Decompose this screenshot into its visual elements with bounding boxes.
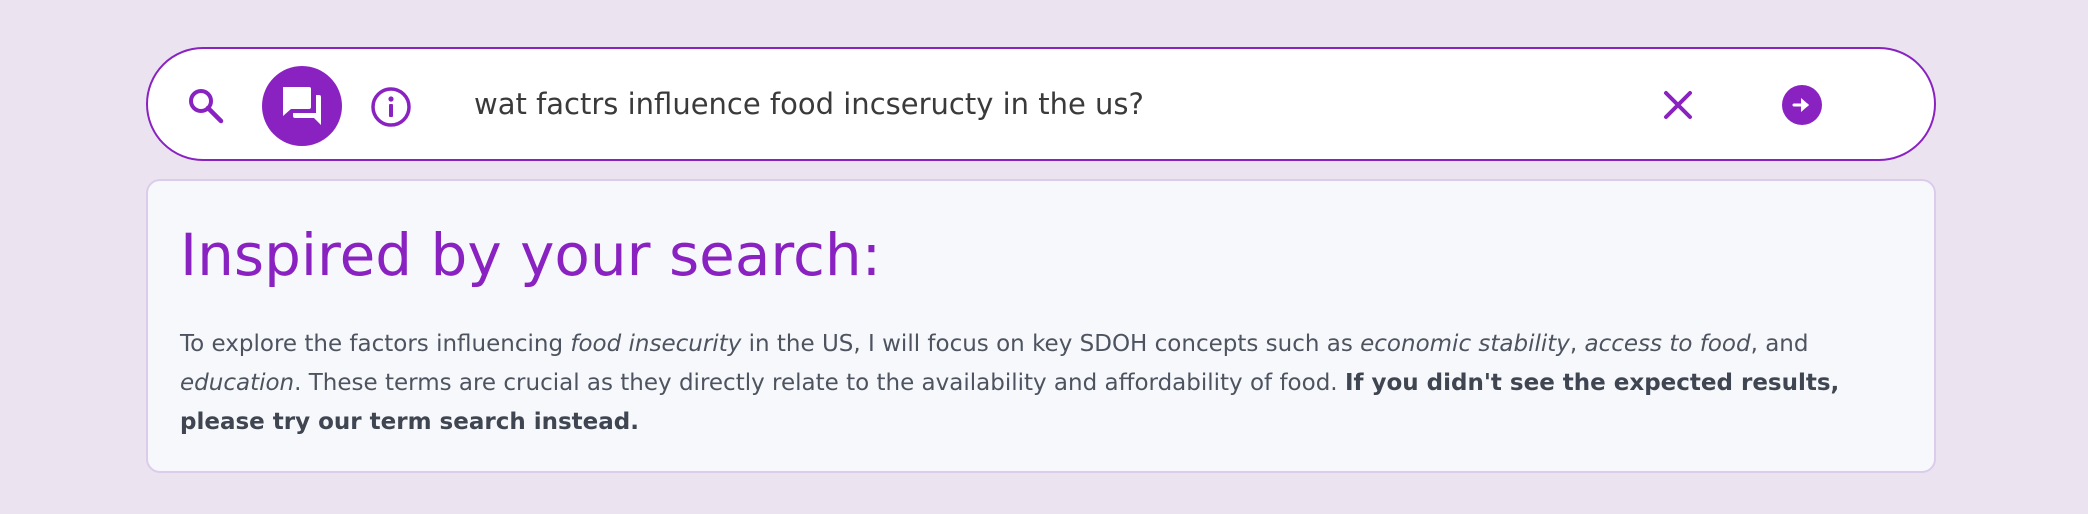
concept-term: access to food [1584, 331, 1751, 357]
search-icon[interactable] [186, 86, 226, 126]
summary-text-part: in the US, I will focus on key SDOH conc… [741, 331, 1361, 357]
info-icon[interactable] [370, 86, 412, 128]
chat-mode-button[interactable] [262, 66, 342, 146]
search-bar: wat factrs influence food incseructy in … [146, 47, 1936, 161]
chat-bubbles-icon [283, 87, 321, 125]
summary-text-part: To explore the factors influencing [180, 331, 571, 357]
concept-term: education [180, 370, 295, 396]
concept-term: food insecurity [570, 331, 742, 357]
summary-text-part: , [1569, 331, 1585, 357]
search-input[interactable]: wat factrs influence food incseructy in … [474, 49, 1144, 159]
summary-text-part: . These terms are crucial as they direct… [294, 370, 1345, 396]
summary-title: Inspired by your search: [180, 221, 882, 289]
search-summary-card: Inspired by your search: To explore the … [146, 179, 1936, 473]
close-icon[interactable] [1658, 85, 1698, 125]
summary-text: To explore the factors influencing food … [180, 325, 1906, 442]
summary-text-part: , and [1750, 331, 1809, 357]
concept-term: economic stability [1360, 331, 1570, 357]
submit-button[interactable] [1782, 85, 1822, 125]
arrow-right-icon [1792, 98, 1809, 112]
